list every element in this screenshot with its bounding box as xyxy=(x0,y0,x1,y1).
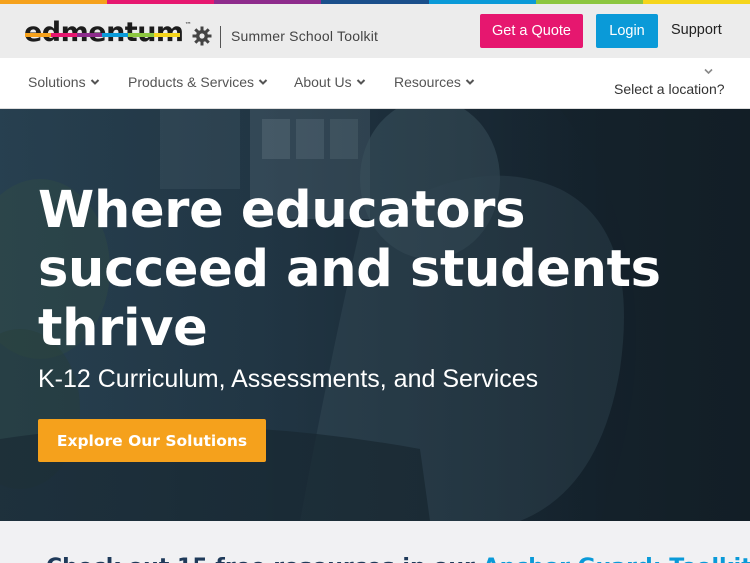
nav-item-label: Resources xyxy=(394,74,461,90)
login-button[interactable]: Login xyxy=(596,14,658,48)
hero-title-line: thrive xyxy=(38,299,208,358)
hero-subtitle: K-12 Curriculum, Assessments, and Servic… xyxy=(38,365,539,393)
nav-item-solutions[interactable]: Solutions xyxy=(28,74,100,90)
hero-title-line: Where educators xyxy=(38,181,526,240)
header-divider xyxy=(220,26,221,48)
promo-band: Check out 15 free resources in our Ancho… xyxy=(0,521,750,563)
nav-item-label: Products & Services xyxy=(128,74,255,90)
location-chevron-icon[interactable] xyxy=(704,68,713,75)
hero-title: Where educators succeed and students thr… xyxy=(38,181,698,358)
nav-item-about-us[interactable]: About Us xyxy=(294,74,366,90)
chevron-down-icon xyxy=(465,79,475,85)
top-bar: edmentum ™ Summer School Tool xyxy=(0,4,750,58)
nav-item-label: About Us xyxy=(294,74,352,90)
promo-heading-text: Check out 15 free resources in our xyxy=(46,555,483,563)
gear-icon[interactable] xyxy=(192,26,212,46)
chevron-down-icon xyxy=(356,79,365,85)
hero-title-line: succeed and students xyxy=(38,240,661,299)
toolkit-link[interactable]: Anchor Guard: Toolkit xyxy=(483,555,750,563)
edmentum-logo[interactable]: edmentum ™ xyxy=(24,18,192,48)
promo-heading: Check out 15 free resources in our Ancho… xyxy=(46,555,750,563)
nav-item-label: Solutions xyxy=(28,74,86,90)
chevron-down-icon xyxy=(258,79,268,85)
hero-banner: Where educators succeed and students thr… xyxy=(0,109,750,521)
main-nav: Solutions Products & Services About Us R… xyxy=(0,58,750,109)
nav-item-products-services[interactable]: Products & Services xyxy=(128,74,268,90)
nav-item-resources[interactable]: Resources xyxy=(394,74,475,90)
explore-solutions-button[interactable]: Explore Our Solutions xyxy=(38,419,266,462)
summer-school-toolkit-link[interactable]: Summer School Toolkit xyxy=(231,28,378,44)
logo-color-bar xyxy=(25,33,180,37)
get-a-quote-button[interactable]: Get a Quote xyxy=(480,14,583,48)
select-location-link[interactable]: Select a location? xyxy=(614,81,725,97)
support-link[interactable]: Support xyxy=(671,22,722,38)
chevron-down-icon xyxy=(90,79,99,85)
